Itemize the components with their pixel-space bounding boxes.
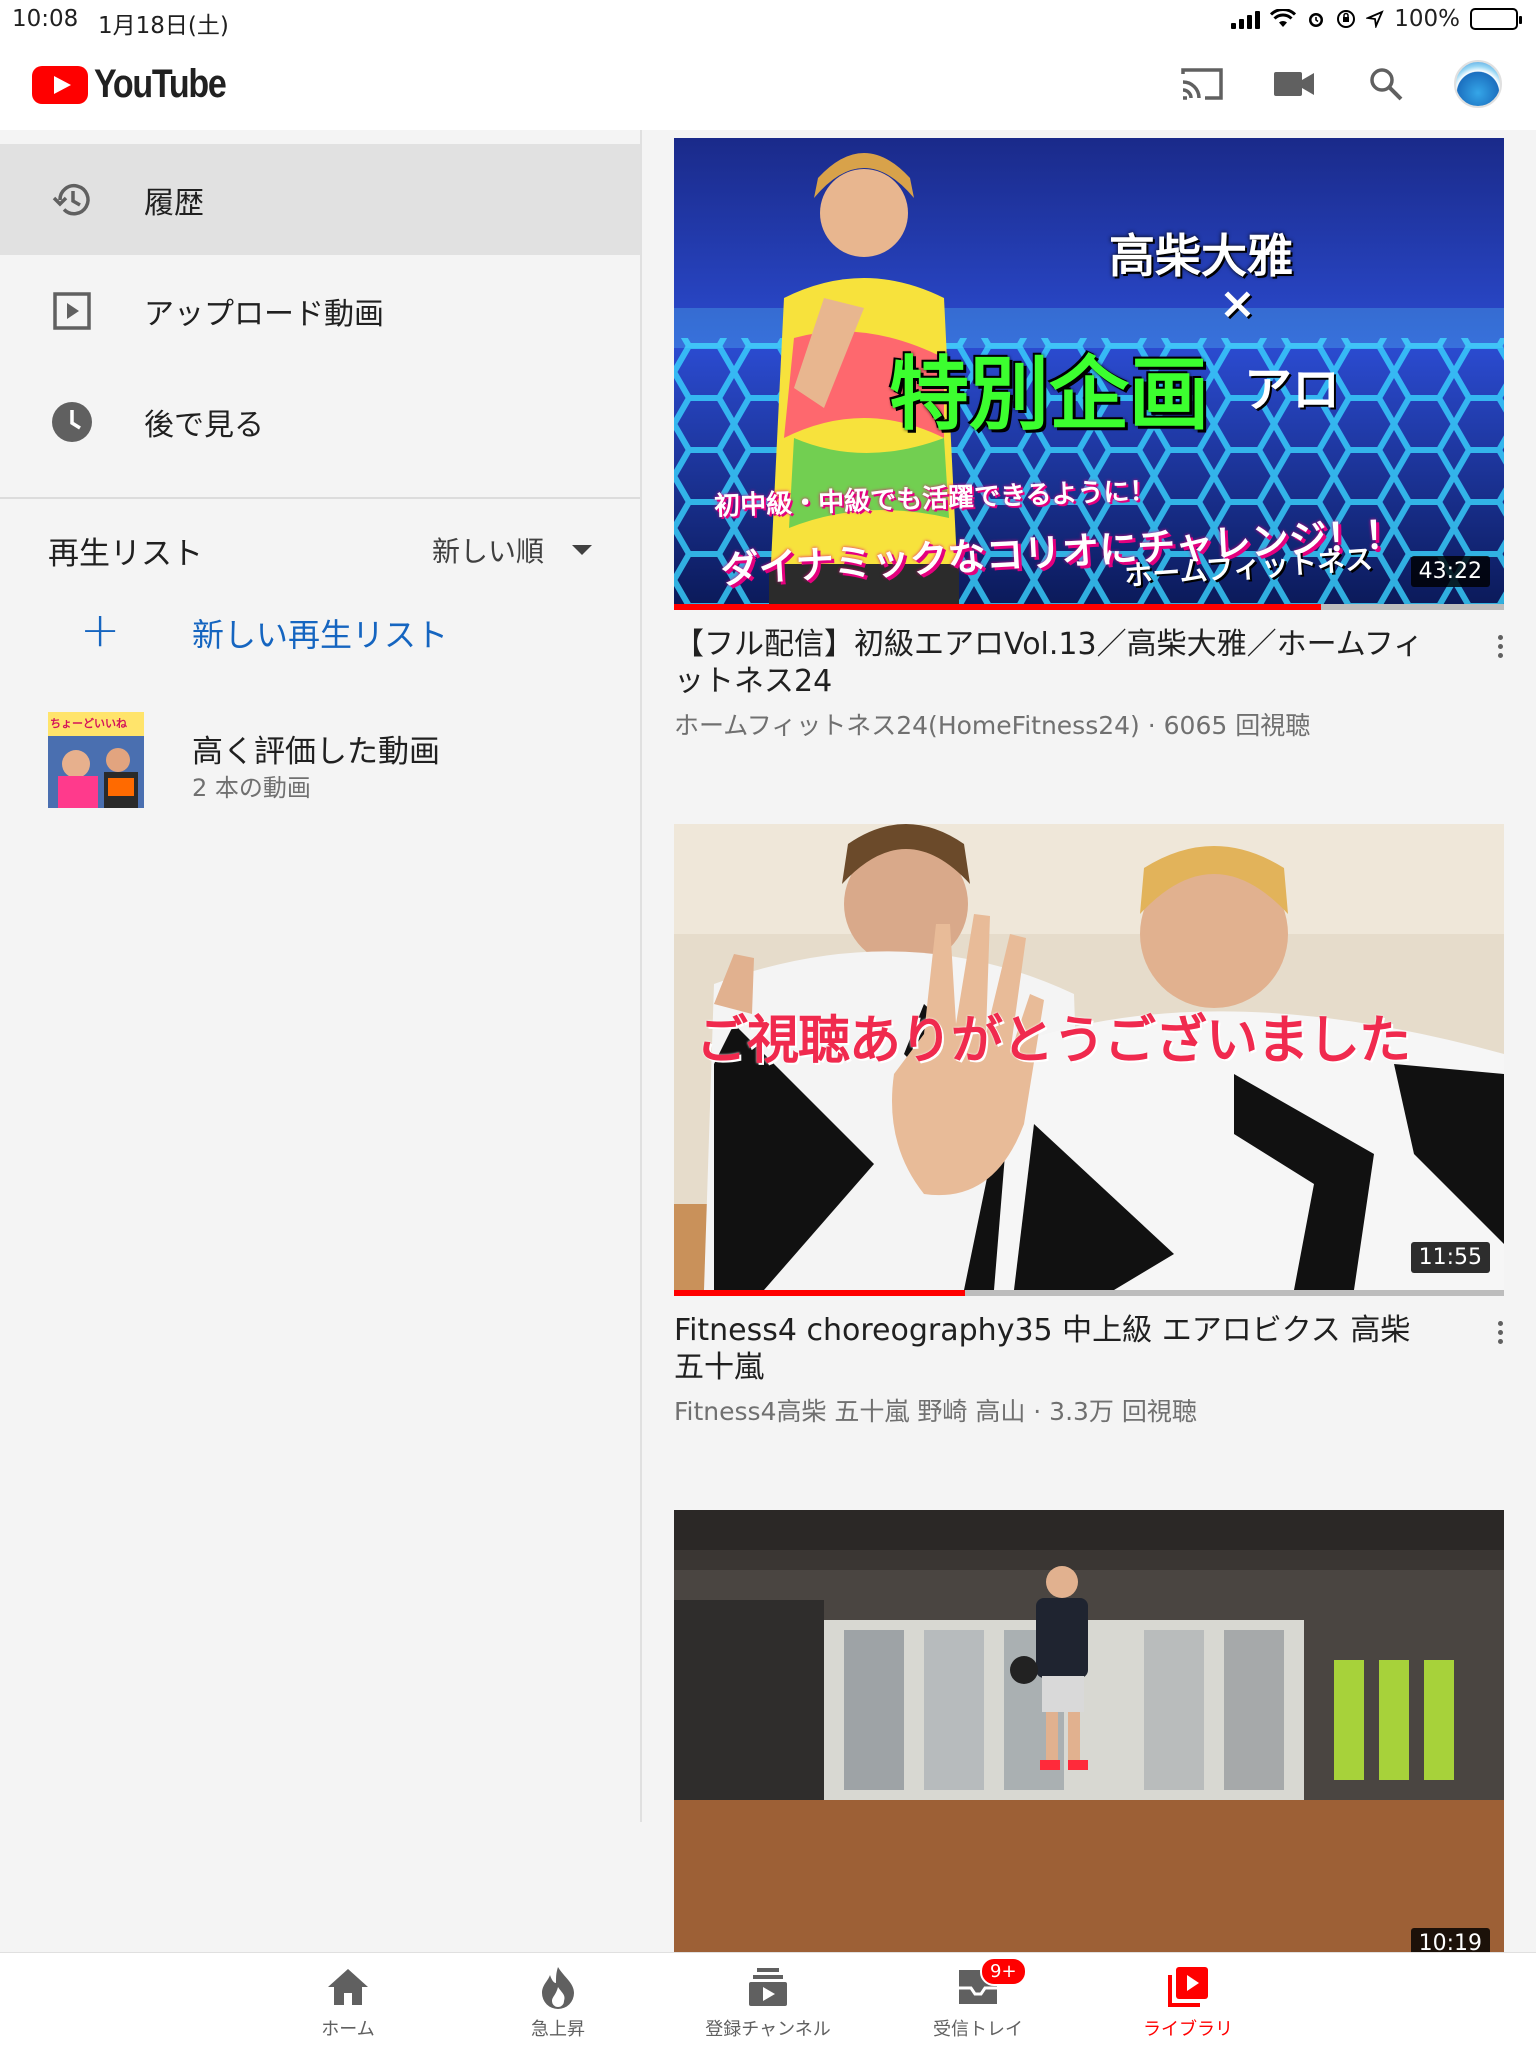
thumbnail-text-name: 高柴大雅 xyxy=(1109,229,1293,283)
library-item-watch-later[interactable]: 後で見る xyxy=(0,366,640,477)
plus-icon: + xyxy=(80,602,121,658)
video-duration: 10:19 xyxy=(1410,1928,1490,1952)
video-thumbnail[interactable]: 10:19 xyxy=(674,1510,1504,1952)
more-options-button[interactable] xyxy=(1488,1312,1512,1352)
video-title[interactable]: Fitness4 choreography35 中上級 エアロビクス 高柴 五十… xyxy=(674,1312,1444,1386)
rotation-lock-icon xyxy=(1337,10,1356,28)
upload-video-button[interactable] xyxy=(1268,58,1320,110)
youtube-logo[interactable]: YouTube xyxy=(32,62,249,107)
library-item-label: アップロード動画 xyxy=(144,296,384,332)
watch-progress-bar xyxy=(674,1290,965,1296)
battery-icon xyxy=(1470,8,1522,30)
cast-icon xyxy=(1181,68,1223,100)
more-options-button[interactable] xyxy=(1488,626,1512,666)
thumbnail-text-x: × xyxy=(1219,278,1256,329)
youtube-wordmark: YouTube xyxy=(94,62,227,106)
tab-label: 受信トレイ xyxy=(933,2019,1023,2040)
playlists-heading: 再生リスト xyxy=(48,536,203,572)
section-divider xyxy=(0,497,640,499)
bottom-navigation: ホーム 急上昇 登録チャンネル 9+ 受信トレイ ライブラリ xyxy=(0,1952,1536,2048)
status-bar: 10:08 1月18日(土) 100% xyxy=(0,0,1536,40)
tab-trending[interactable]: 急上昇 xyxy=(458,1963,658,2043)
history-icon xyxy=(48,176,96,224)
search-button[interactable] xyxy=(1360,58,1412,110)
tab-label: ホーム xyxy=(321,2019,375,2040)
library-item-label: 後で見る xyxy=(144,407,264,443)
status-date: 1月18日(土) xyxy=(98,13,229,39)
video-duration: 11:55 xyxy=(1410,1242,1490,1273)
header-actions xyxy=(1176,58,1504,110)
tab-inbox[interactable]: 9+ 受信トレイ xyxy=(878,1957,1078,2043)
inbox-badge: 9+ xyxy=(980,1957,1027,1986)
library-item-history[interactable]: 履歴 xyxy=(0,144,640,255)
alarm-icon xyxy=(1309,13,1324,27)
video-thumbnail[interactable]: ご視聴ありがとうございました 11:55 xyxy=(674,824,1504,1290)
tab-home[interactable]: ホーム xyxy=(248,1963,448,2043)
account-button[interactable] xyxy=(1452,58,1504,110)
tab-label: 急上昇 xyxy=(531,2019,585,2040)
trending-icon xyxy=(534,1963,582,2011)
more-vert-icon xyxy=(1497,1320,1503,1326)
playlist-sort-dropdown[interactable]: 新しい順 xyxy=(432,530,593,570)
new-playlist-button[interactable]: + 新しい再生リスト xyxy=(0,580,640,680)
cellular-signal-icon xyxy=(1231,9,1261,29)
library-item-label: 履歴 xyxy=(144,185,204,221)
video-title[interactable]: 【フル配信】初級エアロVol.13／高柴大雅／ホームフィットネス24 xyxy=(674,626,1444,700)
playlist-liked-videos[interactable]: ちょーどいいね 高く評価した動画 2 本の動画 xyxy=(0,712,640,812)
library-icon xyxy=(1164,1963,1212,2011)
video-meta: ホームフィットネス24(HomeFitness24) · 6065 回視聴 xyxy=(674,711,1311,740)
video-card[interactable]: 高柴大雅 × 特別企画 アロ 初中級・中級でも活躍できるように！ ダイナミックな… xyxy=(674,138,1504,778)
library-panel: 履歴 アップロード動画 後で見る 再生リスト 新しい順 + 新しい再生リスト ち… xyxy=(0,130,640,1822)
playlist-count: 2 本の動画 xyxy=(192,774,311,802)
tab-label: 登録チャンネル xyxy=(705,2019,831,2040)
video-duration: 43:22 xyxy=(1410,556,1490,587)
video-camera-icon xyxy=(1274,72,1314,96)
status-indicators: 100% xyxy=(1231,6,1522,32)
playlist-title: 高く評価した動画 xyxy=(192,734,440,770)
liked-thumbnail-caption: ちょーどいいね xyxy=(50,717,127,730)
subscriptions-icon xyxy=(744,1963,792,2011)
inbox-icon: 9+ xyxy=(954,1957,1027,2011)
dropdown-caret-icon xyxy=(572,545,593,555)
upload-video-icon xyxy=(48,287,96,335)
tab-label: ライブラリ xyxy=(1143,2019,1233,2040)
location-icon xyxy=(1366,10,1384,28)
sort-label: 新しい順 xyxy=(432,535,545,568)
account-avatar xyxy=(1454,60,1502,108)
clock-icon xyxy=(48,398,96,446)
app-bar: YouTube xyxy=(0,40,1536,130)
battery-percent: 100% xyxy=(1394,6,1460,32)
thumbnail-text-aero: アロ xyxy=(1244,362,1341,418)
video-meta: Fitness4高柴 五十嵐 野崎 高山 · 3.3万 回視聴 xyxy=(674,1397,1197,1426)
video-card[interactable]: ご視聴ありがとうございました 11:55 Fitness4 choreograp… xyxy=(674,824,1504,1464)
status-time: 10:08 xyxy=(12,6,79,32)
more-vert-icon xyxy=(1497,634,1503,640)
wifi-icon xyxy=(1270,9,1297,27)
youtube-play-icon xyxy=(32,65,88,104)
library-item-uploads[interactable]: アップロード動画 xyxy=(0,255,640,366)
liked-videos-thumbnail: ちょーどいいね xyxy=(48,712,144,808)
home-icon xyxy=(324,1963,372,2011)
cast-button[interactable] xyxy=(1176,58,1228,110)
new-playlist-label: 新しい再生リスト xyxy=(192,616,449,654)
search-icon xyxy=(1370,68,1403,101)
thumbnail-caption: ご視聴ありがとうございました xyxy=(696,1011,1411,1071)
thumbnail-text-special: 特別企画 xyxy=(889,348,1209,441)
video-card[interactable]: 10:19 xyxy=(674,1510,1504,1952)
history-feed: 高柴大雅 × 特別企画 アロ 初中級・中級でも活躍できるように！ ダイナミックな… xyxy=(642,130,1536,1952)
tab-library[interactable]: ライブラリ xyxy=(1088,1963,1288,2043)
watch-progress-bar xyxy=(674,604,1322,610)
video-thumbnail[interactable]: 高柴大雅 × 特別企画 アロ 初中級・中級でも活躍できるように！ ダイナミックな… xyxy=(674,138,1504,604)
tab-subscriptions[interactable]: 登録チャンネル xyxy=(668,1963,868,2043)
